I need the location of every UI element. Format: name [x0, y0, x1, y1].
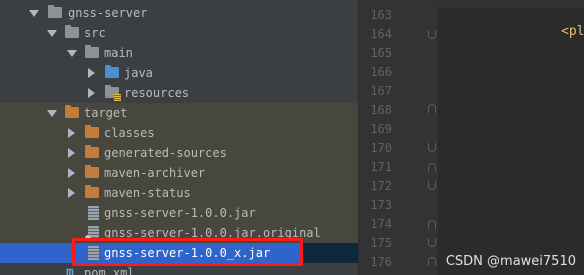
- collapse-arrow-icon[interactable]: [88, 88, 95, 98]
- expand-arrow-icon[interactable]: [47, 110, 57, 117]
- fold-marker-icon[interactable]: [428, 238, 436, 247]
- collapse-arrow-icon[interactable]: [68, 128, 75, 138]
- resources-folder-icon: [105, 85, 121, 101]
- tree-item-src[interactable]: src: [0, 23, 358, 43]
- line-number: 173: [370, 198, 392, 212]
- fold-marker-icon[interactable]: [428, 220, 436, 229]
- watermark: CSDN @mawei7510: [445, 254, 576, 269]
- tree-item-label: java: [124, 66, 153, 80]
- collapse-arrow-icon[interactable]: [68, 148, 75, 158]
- tree-item-gnss-server[interactable]: gnss-server: [0, 3, 358, 23]
- line-number: 176: [370, 255, 392, 269]
- line-number: 167: [370, 84, 392, 98]
- line-number: 175: [370, 236, 392, 250]
- fold-marker-icon[interactable]: [428, 143, 436, 152]
- line-number: 168: [370, 103, 392, 117]
- caret-line: [438, 0, 584, 8]
- folder-icon: [85, 145, 99, 158]
- tree-item-resources[interactable]: resources: [0, 83, 358, 103]
- fold-marker-icon[interactable]: [428, 257, 436, 266]
- maven-file-icon: [66, 263, 80, 275]
- tree-item-label: resources: [124, 86, 190, 100]
- tree-item-label: main: [104, 46, 133, 60]
- folder-icon: [85, 125, 99, 138]
- tree-item-label: maven-archiver: [104, 166, 206, 180]
- tree-item-label: target: [84, 106, 128, 120]
- tree-item-jar[interactable]: gnss-server-1.0.0.jar: [0, 203, 358, 223]
- tree-item-label: src: [84, 26, 106, 40]
- jar-file-icon: [88, 206, 99, 220]
- line-number: 172: [370, 179, 392, 193]
- expand-arrow-icon[interactable]: [29, 10, 39, 17]
- module-folder-icon: [48, 5, 62, 18]
- tree-item-label: maven-status: [104, 186, 191, 200]
- line-number: 163: [370, 8, 392, 22]
- expand-arrow-icon[interactable]: [47, 30, 57, 37]
- tree-item-label: gnss-server-1.0.0.jar: [104, 206, 256, 220]
- fold-marker-icon[interactable]: [428, 30, 436, 39]
- code-editor[interactable]: <pl: [438, 0, 584, 275]
- fold-marker-icon[interactable]: [428, 163, 436, 172]
- fold-marker-icon[interactable]: [428, 104, 436, 113]
- tree-item-maven-status[interactable]: maven-status: [0, 183, 358, 203]
- excluded-folder-icon: [65, 105, 79, 118]
- collapse-arrow-icon[interactable]: [88, 68, 95, 78]
- editor-gutter: 163 164 165 166 167 168 169 170 171 172 …: [358, 0, 439, 275]
- line-number: 174: [370, 217, 392, 231]
- folder-icon: [85, 185, 99, 198]
- tree-item-java[interactable]: java: [0, 63, 358, 83]
- tree-item-generated-sources[interactable]: generated-sources: [0, 143, 358, 163]
- tree-item-label: gnss-server: [68, 6, 148, 20]
- code-fragment: <pl: [561, 24, 584, 39]
- tree-item-maven-archiver[interactable]: maven-archiver: [0, 163, 358, 183]
- tree-item-label: generated-sources: [104, 146, 227, 160]
- source-folder-icon: [105, 65, 119, 78]
- expand-arrow-icon[interactable]: [67, 50, 77, 57]
- line-number: 170: [370, 141, 392, 155]
- line-number: 165: [370, 46, 392, 60]
- highlight-box: [72, 238, 303, 266]
- line-number: 169: [370, 122, 392, 136]
- tree-item-classes[interactable]: classes: [0, 123, 358, 143]
- project-tree: gnss-server src main java resources targ…: [0, 0, 358, 275]
- line-number: 171: [370, 160, 392, 174]
- folder-icon: [85, 165, 99, 178]
- folder-icon: [65, 25, 79, 38]
- line-number: 164: [370, 27, 392, 41]
- tree-item-main[interactable]: main: [0, 43, 358, 63]
- collapse-arrow-icon[interactable]: [68, 188, 75, 198]
- fold-marker-icon[interactable]: [428, 181, 436, 190]
- line-number: 166: [370, 65, 392, 79]
- tree-item-target[interactable]: target: [0, 103, 358, 123]
- folder-icon: [85, 45, 99, 58]
- collapse-arrow-icon[interactable]: [68, 168, 75, 178]
- tree-item-label: classes: [104, 126, 155, 140]
